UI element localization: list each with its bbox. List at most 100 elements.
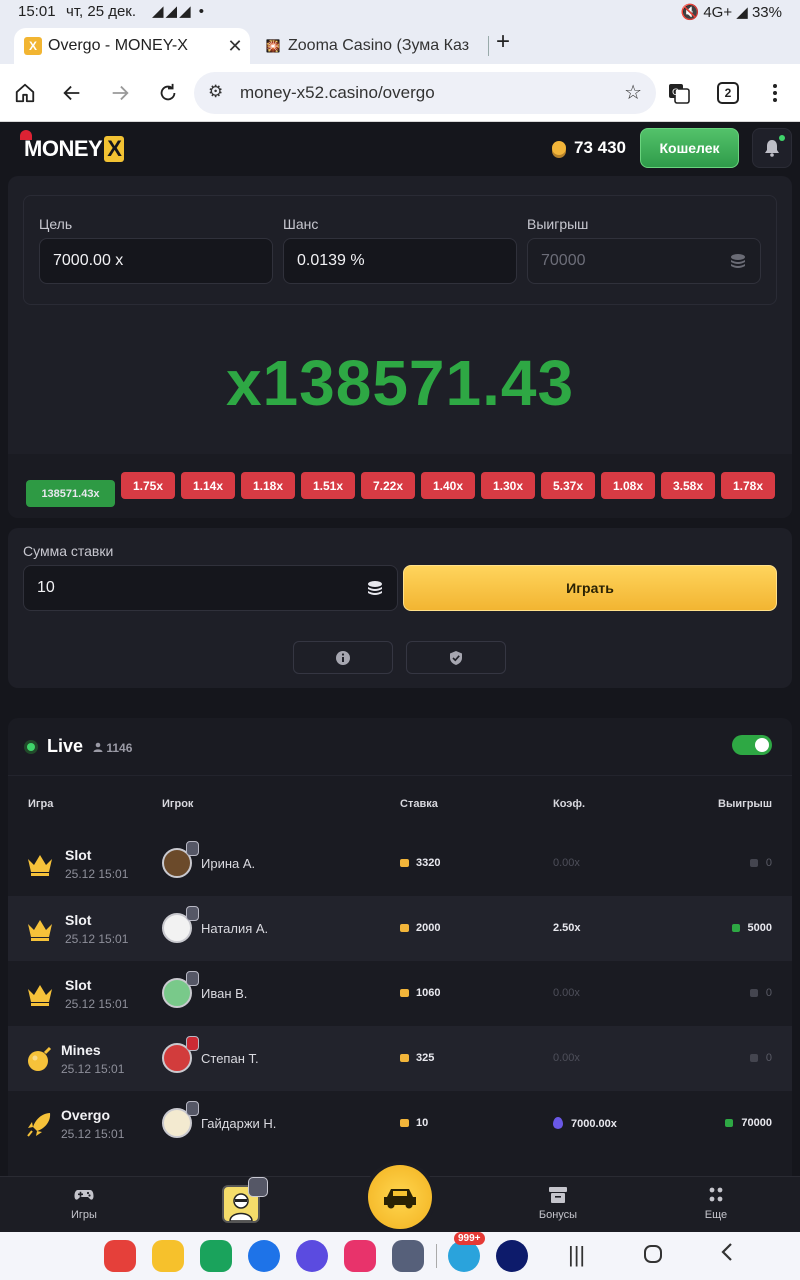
game-name: Slot (65, 847, 92, 863)
app-drawer-icon[interactable] (392, 1240, 424, 1272)
stake-value: 325 (416, 1052, 435, 1064)
moneyx-logo[interactable]: MONEY X (20, 130, 125, 162)
round-history: 138571.43x 1.75x 1.14x 1.18x 1.51x 7.22x 1.40x… (8, 454, 792, 518)
notification-dot (779, 135, 785, 141)
translate-icon[interactable]: G (664, 78, 694, 108)
app-internet-icon[interactable] (296, 1240, 328, 1272)
tab-zooma[interactable]: 🎇 Zooma Casino (Зума Каз (258, 28, 490, 64)
stake-cell: 325 (400, 1052, 434, 1064)
live-toggle[interactable] (732, 735, 772, 755)
center-action-button[interactable] (368, 1165, 432, 1229)
new-tab-button[interactable]: + (496, 28, 510, 56)
recents-icon[interactable]: ||| (568, 1242, 585, 1268)
app-camera-icon[interactable] (344, 1240, 376, 1272)
live-bets-panel: Live 1146 Игра Игрок Ставка Коэф. Выигры… (8, 718, 792, 1178)
player-avatar (162, 1101, 199, 1138)
live-title: Live (47, 736, 84, 756)
history-chip[interactable]: 3.58x (661, 472, 715, 499)
stake-value: 2000 (416, 922, 441, 934)
menu-kebab-icon[interactable] (760, 78, 790, 108)
toggle-knob (755, 738, 769, 752)
bookmark-star-icon[interactable]: ☆ (624, 80, 642, 105)
notifications-button[interactable] (752, 128, 792, 168)
play-button[interactable]: Играть (403, 565, 777, 611)
game-panel: Цель 7000.00 x Шанс 0.0139 % Выигрыш 700… (8, 176, 792, 518)
info-button[interactable] (293, 641, 393, 674)
site-settings-icon[interactable]: ⚙ (208, 82, 223, 102)
back-button-icon[interactable] (720, 1242, 734, 1268)
shield-badge-icon (248, 1177, 268, 1197)
telegram-notification-icons: ◢◢◢ • (152, 3, 207, 20)
col-stake: Ставка (400, 798, 438, 810)
coef-value: 2.50x (553, 922, 581, 934)
rocket-icon (26, 1111, 54, 1137)
coin-stack-icon (552, 141, 566, 155)
moneyx-favicon-icon: X (24, 37, 42, 55)
win-cell: 70000 (725, 1117, 772, 1129)
nav-more[interactable]: Еще (676, 1183, 756, 1221)
bet-amount-label: Сумма ставки (23, 543, 114, 559)
coef-cell: 0.00x (553, 857, 580, 869)
tab-switcher-button[interactable]: 2 (717, 82, 739, 104)
history-chip[interactable]: 1.75x (121, 472, 175, 499)
nav-bonuses[interactable]: Бонусы (518, 1183, 598, 1221)
payout-value: 70000 (541, 252, 586, 269)
player-avatar (162, 841, 199, 878)
level-badge-icon (186, 906, 199, 921)
app-flipboard-icon[interactable] (104, 1240, 136, 1272)
win-cell: 0 (749, 857, 772, 869)
coin-stack-icon (725, 1119, 734, 1127)
win-cell: 5000 (731, 922, 772, 934)
nav-games[interactable]: Игры (44, 1183, 124, 1221)
stake-cell: 10 (400, 1117, 428, 1129)
player-name: Ирина А. (201, 856, 256, 871)
back-icon[interactable] (57, 78, 87, 108)
grid-dots-icon (709, 1187, 723, 1202)
app-browser-icon[interactable] (496, 1240, 528, 1272)
svg-text:G: G (672, 88, 679, 98)
balance-display: 73 430 (552, 138, 626, 158)
level-badge-icon (186, 1036, 199, 1051)
fairness-button[interactable] (406, 641, 506, 674)
history-chip[interactable]: 1.14x (181, 472, 235, 499)
app-files-icon[interactable] (152, 1240, 184, 1272)
profile-avatar[interactable] (222, 1177, 268, 1223)
android-status-bar: 15:01 чт, 25 дек. ◢◢◢ • 🔇 4G+ ◢ 33% (0, 0, 800, 24)
history-chip[interactable]: 138571.43x (26, 480, 115, 507)
app-phone-icon[interactable] (200, 1240, 232, 1272)
status-system-icons: 🔇 4G+ ◢ 33% (680, 4, 782, 21)
target-input[interactable]: 7000.00 x (39, 238, 273, 284)
app-telegram-icon[interactable]: 999+ (448, 1232, 485, 1272)
history-chip[interactable]: 7.22x (361, 472, 415, 499)
wallet-button[interactable]: Кошелек (640, 128, 739, 168)
home-button-icon[interactable] (643, 1244, 663, 1270)
browser-toolbar: ⚙ money-x52.casino/overgo ☆ G 2 (0, 64, 800, 122)
game-name: Slot (65, 977, 92, 993)
home-icon[interactable] (10, 78, 40, 108)
history-chip[interactable]: 1.08x (601, 472, 655, 499)
history-chip[interactable]: 1.30x (481, 472, 535, 499)
coef-value: 0.00x (553, 987, 580, 999)
history-chip[interactable]: 1.40x (421, 472, 475, 499)
address-bar[interactable]: ⚙ money-x52.casino/overgo ☆ (194, 72, 656, 114)
user-icon (93, 742, 103, 752)
history-chip[interactable]: 1.18x (241, 472, 295, 499)
app-messages-icon[interactable] (248, 1240, 280, 1272)
col-player: Игрок (162, 798, 194, 810)
chance-input[interactable]: 0.0139 % (283, 238, 517, 284)
bomb-icon (26, 1046, 54, 1072)
reload-icon[interactable] (153, 78, 183, 108)
tab-overgo[interactable]: X Overgo - MONEY-X ✕ (14, 28, 250, 64)
game-name: Mines (61, 1042, 101, 1058)
player-name: Иван В. (201, 986, 248, 1001)
history-chip[interactable]: 5.37x (541, 472, 595, 499)
col-game: Игра (28, 798, 54, 810)
forward-icon[interactable] (105, 78, 135, 108)
history-chip[interactable]: 1.78x (721, 472, 775, 499)
gift-icon (549, 1187, 567, 1203)
coef-value: 7000.00x (571, 1118, 617, 1130)
history-chip[interactable]: 1.51x (301, 472, 355, 499)
bet-amount-input[interactable]: 10 (23, 565, 398, 611)
close-tab-icon[interactable]: ✕ (220, 36, 250, 57)
col-coef: Коэф. (553, 798, 586, 810)
